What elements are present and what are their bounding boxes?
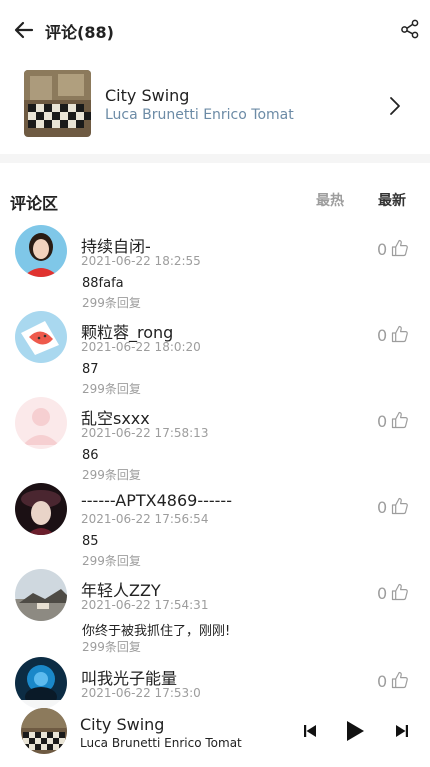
- song-info-card[interactable]: City Swing Luca Brunetti Enrico Tomat: [0, 58, 430, 154]
- comment-time: 2021-06-22 17:53:0: [81, 686, 201, 700]
- comment-content: 你终于被我抓住了，刚刚!: [82, 624, 231, 639]
- comment-time: 2021-06-22 18:2:55: [81, 254, 201, 268]
- album-cover: [24, 70, 91, 137]
- comments-section-header: 评论区 最热 最新: [0, 163, 430, 223]
- comment-username[interactable]: ------APTX4869------: [81, 491, 232, 510]
- song-artist[interactable]: Luca Brunetti Enrico Tomat: [105, 107, 294, 123]
- page-title: 评论(88): [45, 23, 114, 42]
- next-track-icon[interactable]: [394, 724, 410, 738]
- chevron-right-icon[interactable]: [388, 96, 402, 116]
- reply-count[interactable]: 299条回复: [82, 294, 141, 311]
- like-count: 0: [377, 498, 388, 517]
- like-count: 0: [377, 584, 388, 603]
- thumbs-up-icon[interactable]: [391, 583, 409, 601]
- comment-item: 乱空sxxx 2021-06-22 17:58:13 0 86 299条回复: [0, 397, 430, 483]
- sort-new-tab[interactable]: 最新: [378, 190, 406, 210]
- comment-content: 85: [82, 534, 99, 549]
- reply-count[interactable]: 299条回复: [82, 552, 141, 569]
- like-count: 0: [377, 240, 388, 259]
- reply-count[interactable]: 299条回复: [82, 638, 141, 655]
- like-count: 0: [377, 326, 388, 345]
- like-count: 0: [377, 672, 388, 691]
- avatar[interactable]: [15, 397, 67, 449]
- avatar[interactable]: [15, 483, 67, 535]
- thumbs-up-icon[interactable]: [391, 411, 409, 429]
- top-bar: 评论(88): [0, 0, 430, 58]
- player-cover[interactable]: [21, 708, 67, 754]
- thumbs-up-icon[interactable]: [391, 497, 409, 515]
- comment-time: 2021-06-22 18:0:20: [81, 340, 201, 354]
- comment-content: 86: [82, 448, 99, 463]
- comment-item: ------APTX4869------ 2021-06-22 17:56:54…: [0, 483, 430, 569]
- section-divider: [0, 154, 430, 163]
- player-artist: Luca Brunetti Enrico Tomat: [80, 736, 242, 750]
- previous-track-icon[interactable]: [302, 724, 318, 738]
- avatar[interactable]: [15, 569, 67, 621]
- player-song-title: City Swing: [80, 715, 165, 734]
- like-count: 0: [377, 412, 388, 431]
- comment-content: 87: [82, 362, 99, 377]
- comment-time: 2021-06-22 17:56:54: [81, 512, 209, 526]
- avatar[interactable]: [15, 311, 67, 363]
- thumbs-up-icon[interactable]: [391, 239, 409, 257]
- comment-time: 2021-06-22 17:54:31: [81, 598, 209, 612]
- back-arrow-icon[interactable]: [14, 20, 34, 40]
- comment-content: 88fafa: [82, 276, 124, 291]
- comment-time: 2021-06-22 17:58:13: [81, 426, 209, 440]
- avatar[interactable]: [15, 225, 67, 277]
- reply-count[interactable]: 299条回复: [82, 380, 141, 397]
- comment-item: 年轻人ZZY 2021-06-22 17:54:31 0 你终于被我抓住了，刚刚…: [0, 569, 430, 655]
- song-title: City Swing: [105, 86, 190, 105]
- comment-item: 颗粒蓉_rong 2021-06-22 18:0:20 0 87 299条回复: [0, 311, 430, 397]
- sort-hot-tab[interactable]: 最热: [316, 190, 344, 210]
- comments-section-title: 评论区: [10, 194, 59, 213]
- reply-count[interactable]: 299条回复: [82, 466, 141, 483]
- thumbs-up-icon[interactable]: [391, 671, 409, 689]
- mini-player[interactable]: City Swing Luca Brunetti Enrico Tomat: [0, 700, 430, 767]
- play-icon[interactable]: [345, 720, 365, 742]
- thumbs-up-icon[interactable]: [391, 325, 409, 343]
- comment-item: 持续自闭- 2021-06-22 18:2:55 0 88fafa 299条回复: [0, 225, 430, 311]
- share-icon[interactable]: [400, 19, 420, 39]
